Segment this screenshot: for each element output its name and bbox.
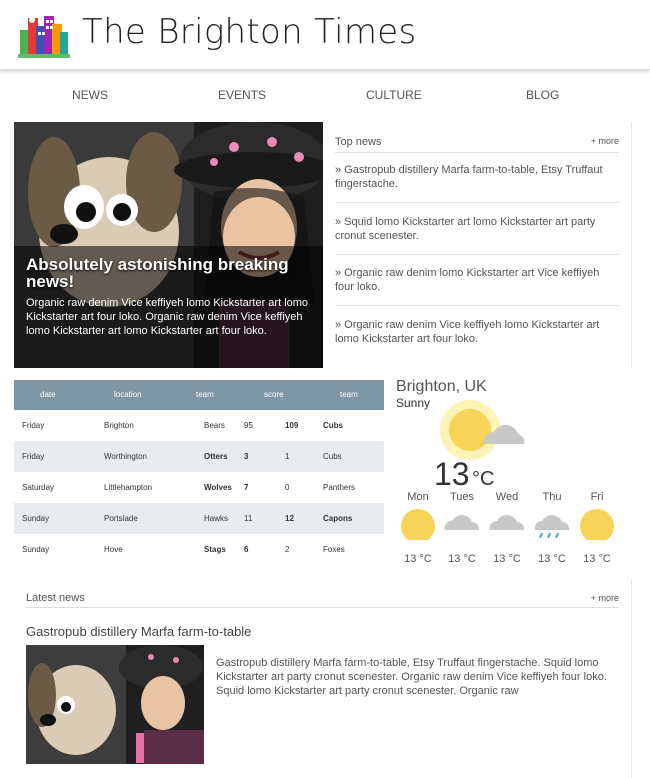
cell-team-home: Hawks (204, 514, 229, 523)
divider (335, 202, 619, 203)
city-buildings-icon[interactable] (18, 12, 70, 58)
weather-city: Brighton, UK (396, 378, 487, 395)
article-thumbnail[interactable] (26, 645, 204, 764)
sun-icon (401, 509, 435, 540)
cell-location: Brighton (104, 421, 134, 430)
weather-temperature-unit: °C (472, 468, 495, 490)
nav-events[interactable]: EVENTS (218, 88, 266, 102)
hero-caption: Absolutely astonishing breaking news! Or… (14, 246, 323, 368)
top-news-item[interactable]: » Gastropub distillery Marfa farm-to-tab… (335, 163, 620, 191)
cell-location: Worthington (104, 452, 147, 461)
cell-location: Littlehampton (104, 483, 153, 492)
table-row[interactable]: Saturday Littlehampton Wolves 7 0 Panthers (14, 472, 384, 503)
cell-team-home: Stags (204, 545, 226, 554)
weather-condition: Sunny (396, 396, 431, 410)
nav-blog[interactable]: BLOG (526, 88, 559, 102)
cell-team-away: Cubs (323, 452, 342, 461)
column-header-date: date (40, 390, 56, 399)
cell-date: Friday (22, 452, 45, 461)
forecast-day: Mon (407, 491, 429, 503)
scores-table-header: date location team score team (14, 380, 384, 410)
forecast-day: Fri (590, 491, 604, 503)
rain-icon (534, 515, 570, 539)
cloud-icon (444, 515, 480, 530)
main-nav: NEWS EVENTS CULTURE BLOG (14, 80, 632, 112)
cell-score-away: 2 (285, 545, 290, 554)
latest-news-section: Latest news + more Gastropub distillery … (14, 580, 632, 778)
cell-score-away: 0 (285, 483, 290, 492)
column-header-team: team (340, 390, 358, 399)
divider (335, 152, 619, 153)
cloud-icon (489, 515, 525, 530)
column-header-location: location (114, 390, 142, 399)
nav-news[interactable]: NEWS (72, 88, 108, 102)
site-title[interactable]: The Brighton Times (82, 12, 417, 52)
cell-location: Hove (104, 545, 123, 554)
forecast-day: Thu (542, 491, 562, 503)
cell-score-home: 6 (244, 545, 249, 554)
cell-location: Portslade (104, 514, 138, 523)
forecast-temp: 13 °C (538, 553, 566, 565)
divider (335, 254, 619, 255)
article-body: Gastropub distillery Marfa farm-to-table… (216, 657, 607, 697)
latest-news-more-link[interactable]: + more (591, 593, 619, 603)
sun-icon (580, 509, 614, 540)
cell-score-away: 109 (285, 421, 299, 430)
cell-score-home: 3 (244, 452, 249, 461)
table-row[interactable]: Sunday Hove Stags 6 2 Foxes (14, 534, 384, 565)
cell-team-home: Wolves (204, 483, 232, 492)
latest-news-title: Latest news (26, 592, 85, 604)
table-row[interactable]: Friday Brighton Bears 95 109 Cubs (14, 410, 384, 441)
hero-story[interactable]: Absolutely astonishing breaking news! Or… (14, 122, 323, 368)
article-photo (26, 645, 204, 764)
cell-team-away: Cubs (323, 421, 343, 430)
sun-cloud-icon (440, 400, 525, 460)
cell-score-home: 7 (244, 483, 249, 492)
cell-date: Friday (22, 421, 45, 430)
cell-date: Sunday (22, 545, 50, 554)
column-header-team: team (196, 390, 214, 399)
top-news-item[interactable]: » Organic raw denim lomo Kickstarter art… (335, 266, 620, 294)
weather-temperature: 13 (434, 456, 470, 492)
table-row[interactable]: Friday Worthington Otters 3 1 Cubs (14, 441, 384, 472)
table-row[interactable]: Sunday Portslade Hawks 11 12 Capons (14, 503, 384, 534)
forecast-temp: 13 °C (583, 553, 611, 565)
hero-summary: Organic raw denim Vice keffiyeh lomo Kic… (26, 297, 309, 337)
top-news-title: Top news (335, 136, 382, 148)
weather-widget: Brighton, UK Sunny 13 °C Mon 13 °C Tues 13 … (384, 376, 632, 576)
site-header: The Brighton Times (0, 0, 650, 70)
cell-team-home: Otters (204, 452, 228, 461)
column-header-score: score (264, 390, 284, 399)
scores-table-body: Friday Brighton Bears 95 109 Cubs Friday Worthi… (14, 410, 384, 565)
cell-team-away: Foxes (323, 545, 345, 554)
cell-score-home: 11 (244, 514, 253, 523)
divider (335, 305, 619, 306)
top-news-more-link[interactable]: + more (591, 136, 619, 146)
top-news-panel: Top news + more » Gastropub distillery M… (323, 122, 632, 368)
forecast-temp: 13 °C (493, 553, 521, 565)
forecast-day: Tues (449, 491, 475, 503)
cell-date: Saturday (22, 483, 55, 492)
cell-score-away: 1 (285, 452, 290, 461)
scores-table: date location team score team Friday Brig… (14, 380, 384, 565)
cell-score-home: 95 (244, 421, 253, 430)
cell-team-away: Capons (323, 514, 353, 523)
hero-headline[interactable]: Absolutely astonishing breaking news! (26, 256, 311, 290)
cell-team-away: Panthers (323, 483, 356, 492)
top-news-item[interactable]: » Organic raw denim Vice keffiyeh lomo K… (335, 318, 620, 346)
nav-culture[interactable]: CULTURE (366, 88, 422, 102)
divider (26, 607, 619, 608)
cell-score-away: 12 (285, 514, 294, 523)
article-headline[interactable]: Gastropub distillery Marfa farm-to-table (26, 624, 251, 639)
forecast-temp: 13 °C (448, 553, 476, 565)
top-news-item[interactable]: » Squid lomo Kickstarter art lomo Kickst… (335, 215, 620, 243)
forecast-day: Wed (495, 491, 519, 503)
cell-team-home: Bears (204, 421, 225, 430)
forecast-temp: 13 °C (404, 553, 432, 565)
cell-date: Sunday (22, 514, 50, 523)
